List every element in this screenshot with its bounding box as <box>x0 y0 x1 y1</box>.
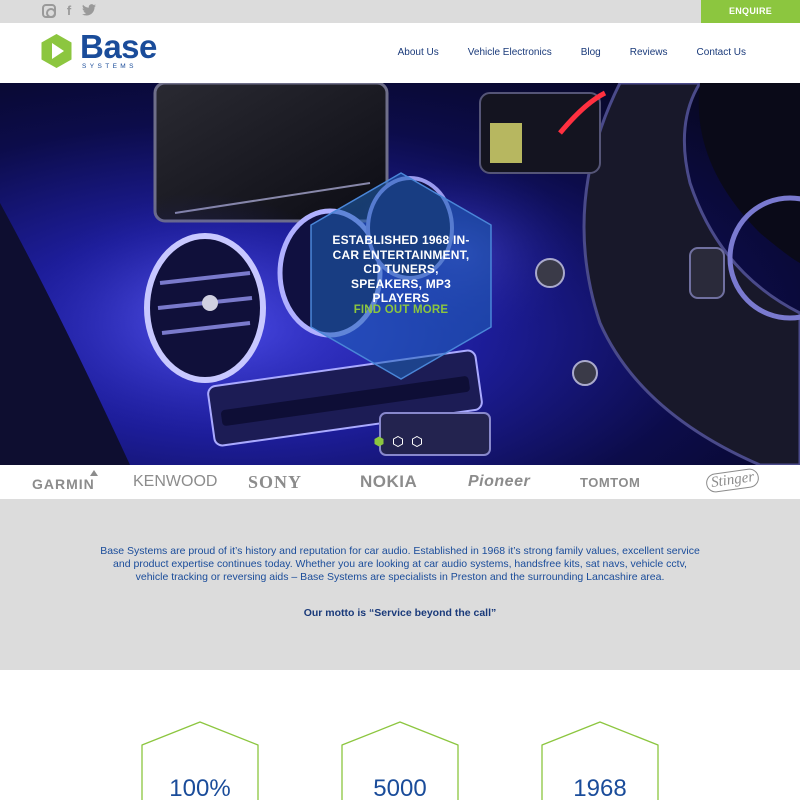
stat-card: 100% <box>141 721 259 800</box>
nav-contact-us[interactable]: Contact Us <box>697 47 746 58</box>
intro-paragraph: Base Systems are proud of it’s history a… <box>100 545 700 583</box>
facebook-icon[interactable]: f <box>62 4 76 18</box>
twitter-icon[interactable] <box>82 4 96 18</box>
brand-kenwood-logo: KENWOOD <box>133 473 218 490</box>
nav-blog[interactable]: Blog <box>581 47 601 58</box>
intro-section: Base Systems are proud of it’s history a… <box>0 499 800 670</box>
stat-value: 100% <box>169 775 231 800</box>
logo-hexagon-icon <box>41 34 72 68</box>
slide-dot-1-active[interactable] <box>374 436 384 447</box>
brand-nokia-logo: NOKIA <box>360 472 418 491</box>
slider-pagination <box>374 436 422 447</box>
stat-value: 1968 <box>573 775 627 800</box>
brand-sony-logo: SONY <box>248 472 303 492</box>
brand-tomtom-logo: TOMTOM <box>580 475 641 490</box>
brand-garmin-logo: GARMIN <box>32 470 98 492</box>
enquire-button[interactable]: ENQUIRE <box>701 0 800 23</box>
social-links: f <box>42 4 96 18</box>
instagram-icon[interactable] <box>42 4 56 18</box>
motto-text: Our motto is “Service beyond the call” <box>303 607 497 619</box>
brand-pioneer-logo: Pioneer <box>468 473 531 490</box>
stat-card: 1968 <box>541 721 659 800</box>
hero-headline: ESTABLISHED 1968 IN-CAR ENTERTAINMENT, C… <box>332 233 470 305</box>
hero-banner: ESTABLISHED 1968 IN-CAR ENTERTAINMENT, C… <box>0 83 800 465</box>
nav-vehicle-electronics[interactable]: Vehicle Electronics <box>468 47 552 58</box>
nav-about-us[interactable]: About Us <box>398 47 439 58</box>
stats-section: 100% 5000 1968 <box>0 670 800 800</box>
site-header: Base SYSTEMS About Us Vehicle Electronic… <box>0 23 800 83</box>
logo-word: Base <box>80 28 157 65</box>
brand-logos-strip: GARMIN KENWOOD SONY NOKIA Pioneer TOMTOM… <box>0 465 800 499</box>
slide-dot-2[interactable] <box>393 436 403 447</box>
stat-value: 5000 <box>373 775 427 800</box>
find-out-more-link[interactable]: FIND OUT MORE <box>326 304 476 316</box>
logo[interactable]: Base SYSTEMS <box>40 28 157 70</box>
stat-card: 5000 <box>341 721 459 800</box>
top-bar: f ENQUIRE <box>0 0 800 23</box>
slide-dot-3[interactable] <box>412 436 422 447</box>
nav-reviews[interactable]: Reviews <box>630 47 668 58</box>
main-nav: About Us Vehicle Electronics Blog Review… <box>398 47 746 58</box>
brand-stinger-logo: Stinger <box>704 467 761 494</box>
